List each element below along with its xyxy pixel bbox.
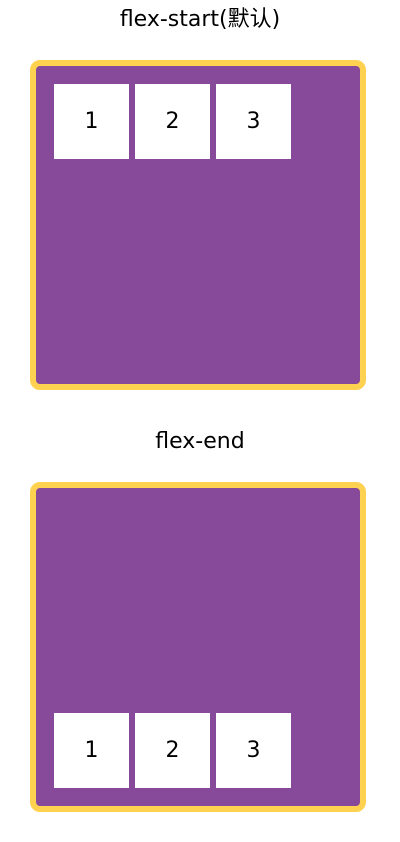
flex-item-3: 3 (216, 84, 291, 159)
flex-item-2: 2 (135, 713, 210, 788)
flex-start-container: 1 2 3 (30, 60, 366, 390)
flex-item-2: 2 (135, 84, 210, 159)
flex-start-title: flex-start(默认) (119, 7, 281, 32)
flex-item-3: 3 (216, 713, 291, 788)
flex-item-1: 1 (54, 713, 129, 788)
flex-end-title: flex-end (155, 429, 245, 454)
flex-item-1: 1 (54, 84, 129, 159)
flex-end-container: 1 2 3 (30, 482, 366, 812)
